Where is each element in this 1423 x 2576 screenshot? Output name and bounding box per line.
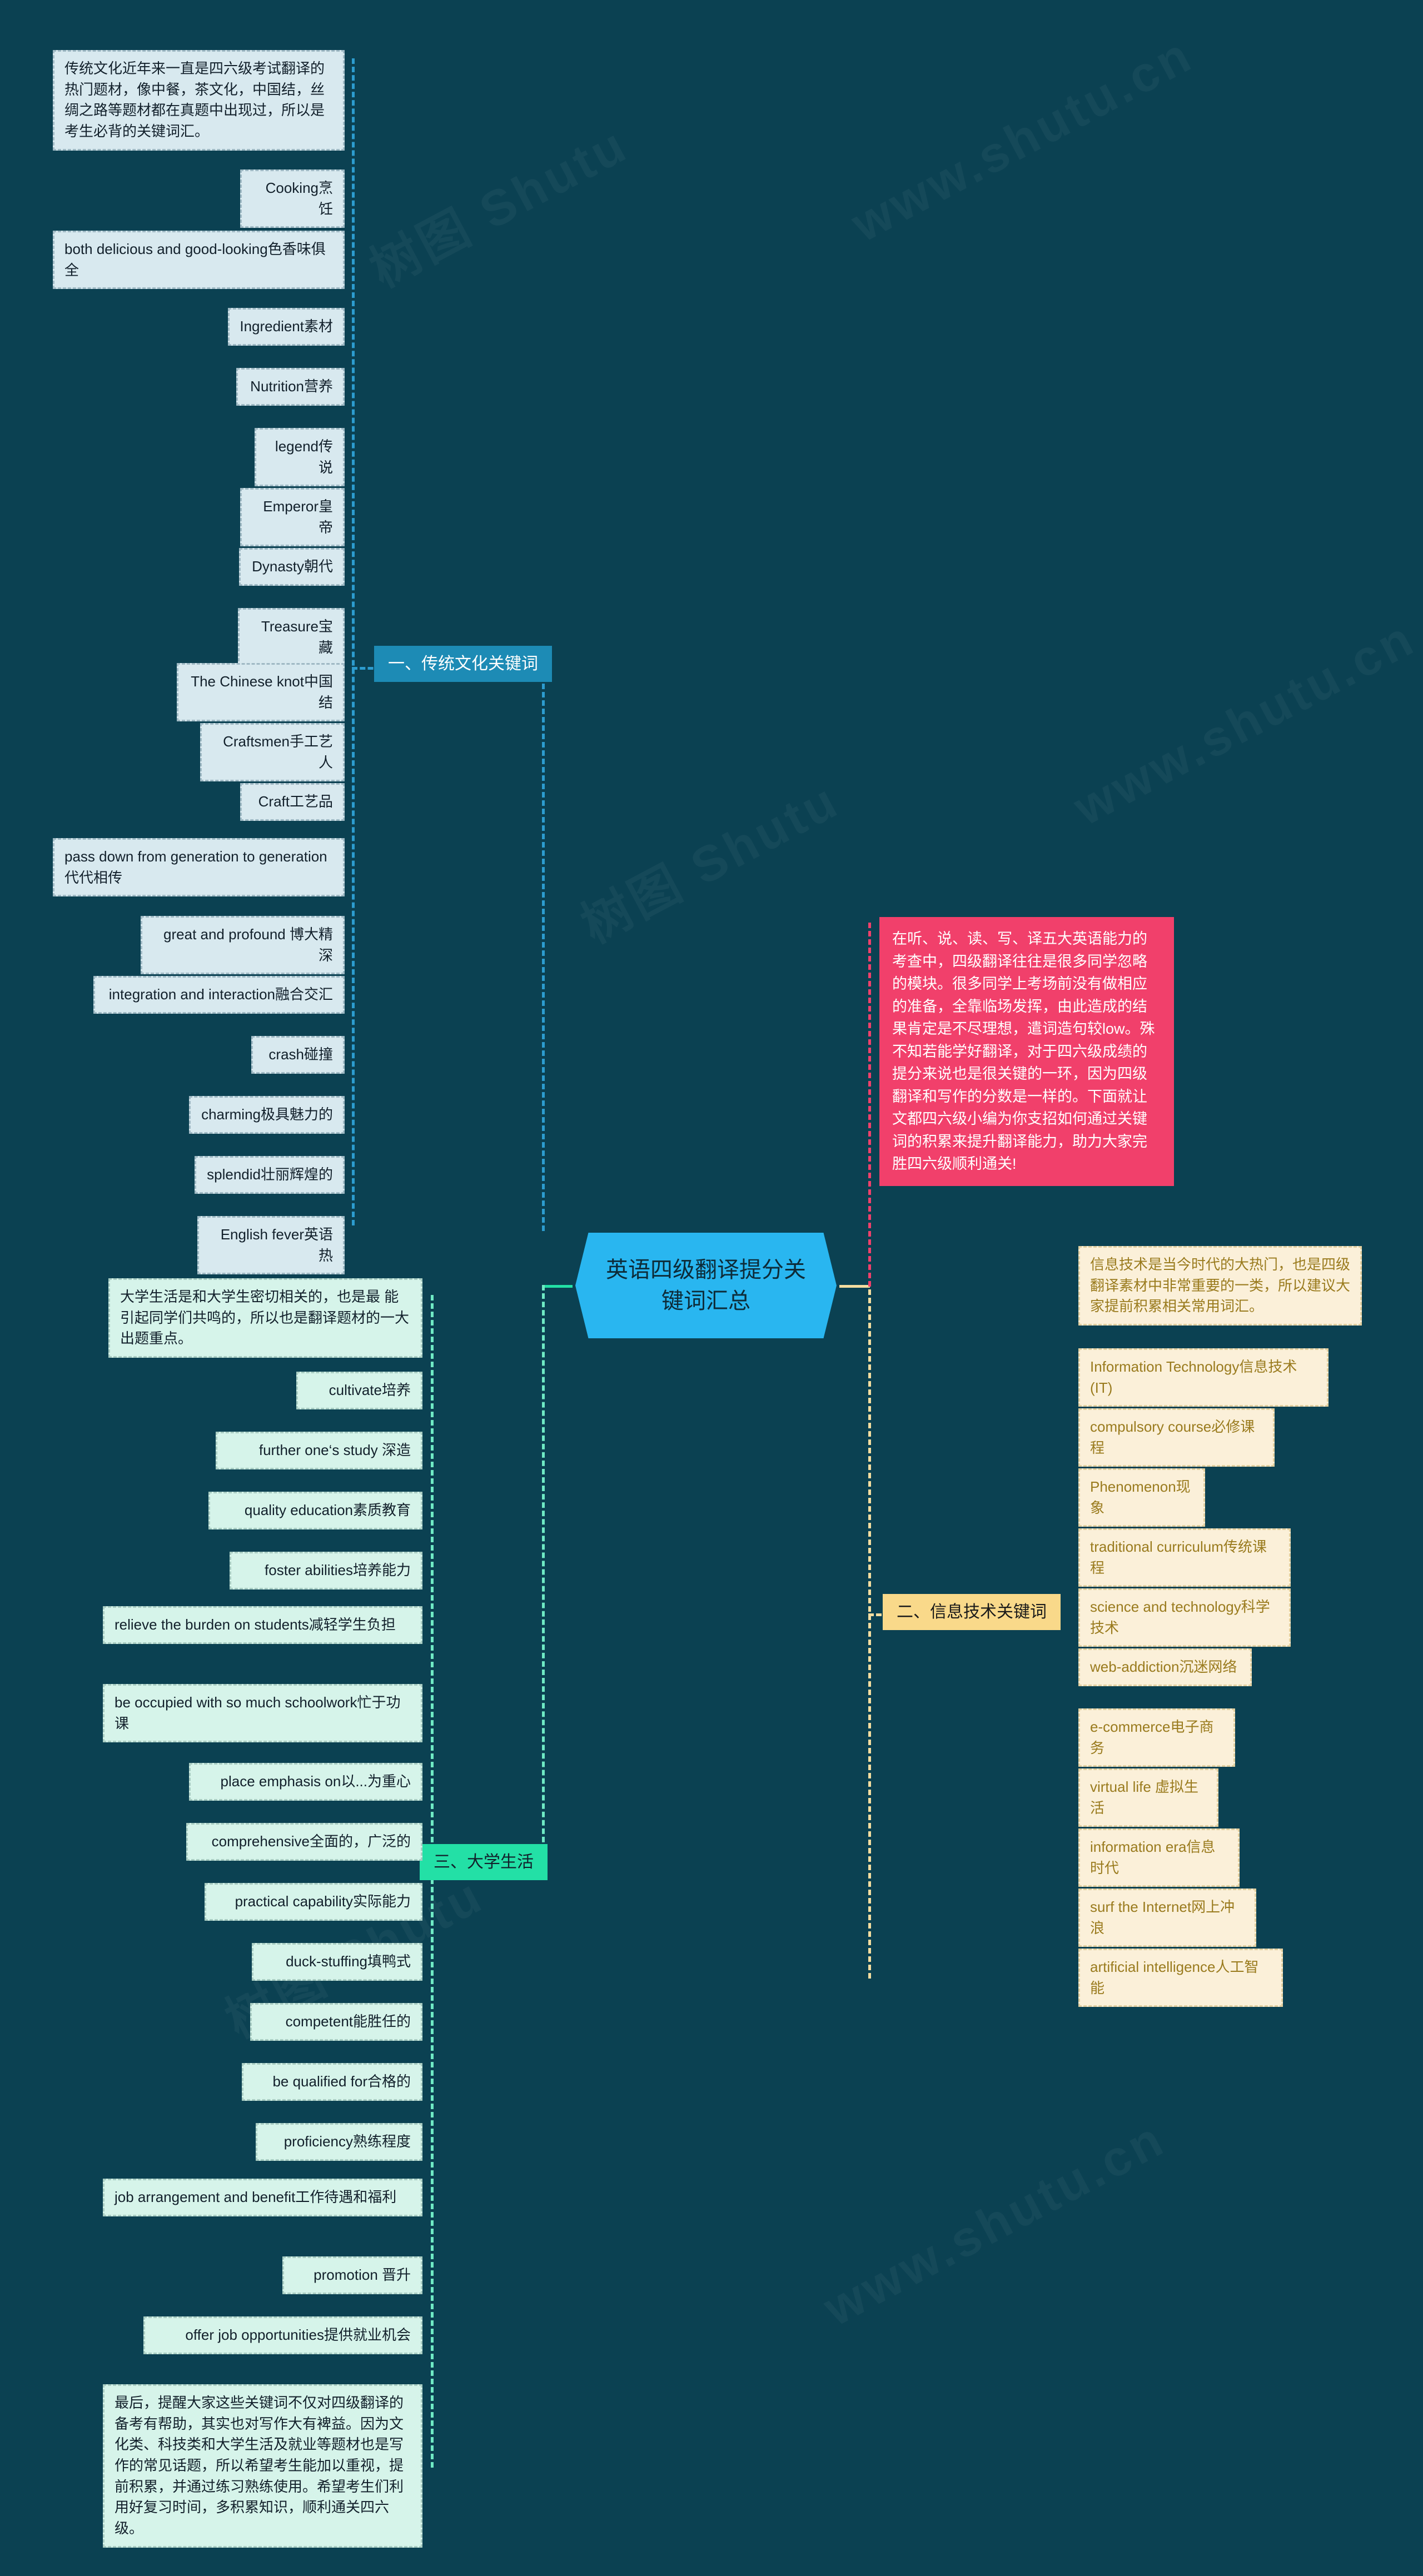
- branch3-node[interactable]: duck-stuffing填鸭式: [252, 1943, 422, 1981]
- branch2-spine: [868, 1264, 871, 1979]
- branch1-spine: [352, 58, 355, 1225]
- branch1-node[interactable]: great and profound 博大精深: [141, 916, 345, 975]
- branch3-node[interactable]: practical capability实际能力: [205, 1883, 422, 1921]
- branch3-node[interactable]: place emphasis on以...为重心: [189, 1763, 422, 1801]
- branch1-node[interactable]: charming极具魅力的: [189, 1096, 345, 1134]
- center-node-label: 英语四级翻译提分关键词汇总: [606, 1258, 806, 1313]
- watermark: 树图 Shutu: [355, 104, 639, 301]
- branch2-node[interactable]: artificial intelligence人工智能: [1078, 1949, 1283, 2007]
- branch-label-traditional-culture[interactable]: 一、传统文化关键词: [374, 646, 552, 682]
- mindmap-canvas: 树图 Shutu www.shutu.cn 树图 Shutu www.shutu…: [0, 0, 1423, 2576]
- branch2-center-link: [868, 923, 871, 1287]
- branch3-node[interactable]: quality education素质教育: [208, 1492, 422, 1529]
- branch2-center-stub: [839, 1285, 870, 1288]
- branch2-node[interactable]: traditional curriculum传统课程: [1078, 1528, 1291, 1587]
- branch1-node[interactable]: Craft工艺品: [240, 783, 345, 821]
- branch2-node[interactable]: 信息技术是当今时代的大热门，也是四级翻译素材中非常重要的一类，所以建议大家提前积…: [1078, 1246, 1362, 1326]
- branch3-node[interactable]: comprehensive全面的，广泛的: [186, 1823, 422, 1861]
- branch2-node[interactable]: web-addiction沉迷网络: [1078, 1648, 1252, 1686]
- branch3-node[interactable]: be occupied with so much schoolwork忙于功课: [103, 1684, 422, 1743]
- branch3-node[interactable]: 最后，提醒大家这些关键词不仅对四级翻译的备考有帮助，其实也对写作大有裨益。因为文…: [103, 2384, 422, 2548]
- watermark: www.shutu.cn: [843, 26, 1203, 254]
- branch3-node[interactable]: competent能胜任的: [250, 2003, 422, 2041]
- branch1-node[interactable]: Treasure宝藏: [238, 608, 345, 667]
- branch1-node[interactable]: Nutrition营养: [236, 368, 345, 406]
- branch2-node[interactable]: information era信息时代: [1078, 1828, 1240, 1887]
- watermark: www.shutu.cn: [1065, 610, 1423, 838]
- branch1-node[interactable]: pass down from generation to generation代…: [53, 838, 345, 897]
- branch3-node[interactable]: be qualified for合格的: [242, 2063, 422, 2101]
- branch1-node[interactable]: English fever英语热: [197, 1216, 345, 1275]
- branch3-node[interactable]: relieve the burden on students减轻学生负担: [103, 1606, 422, 1644]
- branch2-node[interactable]: science and technology科学技术: [1078, 1588, 1291, 1647]
- branch3-node[interactable]: 大学生活是和大学生密切相关的，也是最 能引起同学们共鸣的，所以也是翻译题材的一大…: [108, 1278, 422, 1358]
- branch2-node[interactable]: e-commerce电子商务: [1078, 1708, 1235, 1767]
- branch3-node[interactable]: job arrangement and benefit工作待遇和福利: [103, 2179, 422, 2216]
- branch1-node[interactable]: splendid壮丽辉煌的: [195, 1156, 345, 1194]
- branch3-node[interactable]: promotion 晋升: [282, 2256, 422, 2294]
- branch1-node[interactable]: The Chinese knot中国结: [177, 663, 345, 722]
- intro-box[interactable]: 在听、说、读、写、译五大英语能力的考查中，四级翻译往往是很多同学忽略的模块。很多…: [879, 917, 1174, 1186]
- watermark: www.shutu.cn: [815, 2110, 1175, 2338]
- branch3-center-link: [542, 1285, 545, 1867]
- branch1-node[interactable]: Dynasty朝代: [239, 548, 345, 586]
- branch-label-college-life[interactable]: 三、大学生活: [420, 1844, 548, 1880]
- branch1-node[interactable]: legend传说: [255, 428, 345, 487]
- branch1-node[interactable]: both delicious and good-looking色香味俱全: [53, 231, 345, 290]
- branch1-node[interactable]: Cooking烹饪: [240, 170, 345, 228]
- watermark: 树图 Shutu: [566, 760, 850, 956]
- branch1-node[interactable]: Emperor皇帝: [240, 488, 345, 547]
- branch2-node[interactable]: virtual life 虚拟生活: [1078, 1768, 1218, 1827]
- branch3-node[interactable]: offer job opportunities提供就业机会: [143, 2316, 422, 2354]
- branch2-node[interactable]: compulsory course必修课程: [1078, 1408, 1275, 1467]
- branch3-node[interactable]: proficiency熟练程度: [256, 2123, 422, 2161]
- branch1-node[interactable]: integration and interaction融合交汇: [93, 976, 345, 1014]
- branch1-center-stub: [542, 1285, 573, 1288]
- branch2-node[interactable]: surf the Internet网上冲浪: [1078, 1889, 1256, 1947]
- branch1-node[interactable]: 传统文化近年来一直是四六级考试翻译的热门题材，像中餐，茶文化，中国结，丝绸之路等…: [53, 50, 345, 151]
- branch3-spine: [431, 1295, 434, 2468]
- branch2-node[interactable]: Phenomenon现象: [1078, 1468, 1205, 1527]
- branch3-node[interactable]: further one‘s study 深造: [216, 1432, 422, 1469]
- branch3-node[interactable]: foster abilities培养能力: [230, 1552, 422, 1590]
- branch1-node[interactable]: Craftsmen手工艺人: [200, 723, 345, 782]
- branch2-node[interactable]: Information Technology信息技术(IT): [1078, 1348, 1329, 1407]
- branch3-node[interactable]: cultivate培养: [296, 1372, 422, 1409]
- branch1-node[interactable]: crash碰撞: [251, 1036, 345, 1074]
- branch1-center-link: [542, 667, 545, 1231]
- branch1-node[interactable]: Ingredient素材: [228, 308, 345, 346]
- branch-label-information-technology[interactable]: 二、信息技术关键词: [883, 1594, 1061, 1630]
- center-node[interactable]: 英语四级翻译提分关键词汇总: [575, 1233, 837, 1338]
